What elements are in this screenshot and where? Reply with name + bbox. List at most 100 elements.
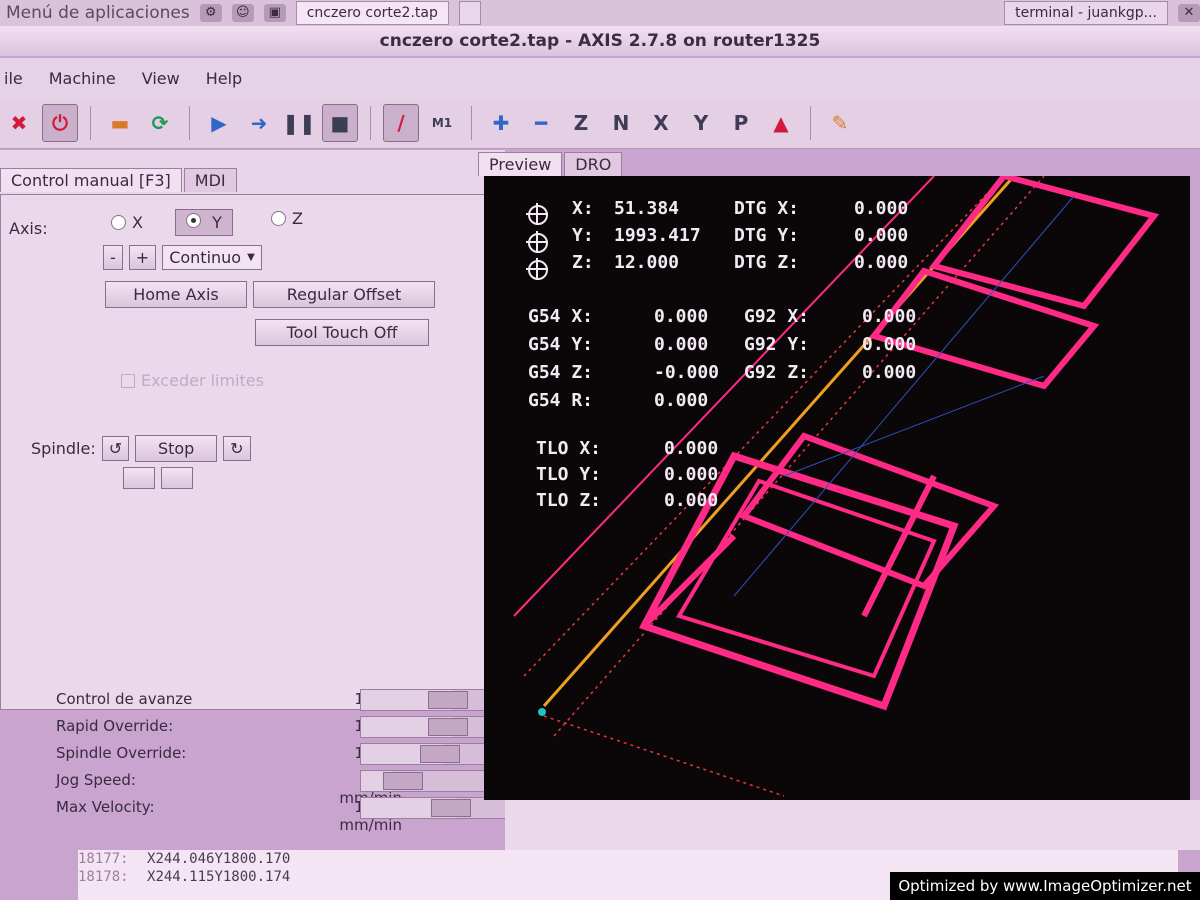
- toolpath-preview[interactable]: X: 51.384 DTG X: 0.000 Y: 1993.417 DTG Y: 0.000…: [484, 176, 1190, 800]
- reload-icon[interactable]: ⟳: [143, 105, 177, 141]
- applications-menu[interactable]: Menú de aplicaciones: [0, 3, 190, 23]
- jog-minus-button[interactable]: -: [103, 245, 123, 270]
- block-delete-icon[interactable]: /: [383, 104, 419, 142]
- view-z-icon[interactable]: Z: [564, 105, 598, 141]
- slider-thumb[interactable]: [383, 772, 423, 790]
- dro-tlo-value: 0.000: [664, 464, 719, 485]
- dro-dtg-label: DTG Z:: [734, 252, 800, 273]
- override-label: Max Velocity:: [56, 798, 155, 816]
- taskbar-task-terminal[interactable]: terminal - juankgp...: [1004, 1, 1168, 25]
- view-y-icon[interactable]: Y: [684, 105, 718, 141]
- override-limits-checkbox[interactable]: Exceder limites: [121, 371, 264, 390]
- menu-file[interactable]: ile: [0, 67, 27, 90]
- clear-plot-icon[interactable]: ✎: [823, 105, 857, 141]
- menu-view[interactable]: View: [138, 67, 184, 90]
- system-taskbar: Menú de aplicaciones ⚙ ☺ ▣ cnczero corte…: [0, 0, 1200, 27]
- dro-g54-value: 0.000: [654, 306, 709, 327]
- checkbox-icon: [121, 373, 135, 388]
- spindle-increase-button[interactable]: [161, 467, 193, 489]
- axis-radio-x[interactable]: X: [111, 213, 143, 232]
- screenshot-icon[interactable]: ▣: [263, 4, 286, 22]
- tab-mdi[interactable]: MDI: [183, 168, 237, 192]
- dro-axis-value: 1993.417: [614, 225, 701, 246]
- home-axis-button[interactable]: Home Axis: [105, 281, 247, 308]
- override-sliders: Control de avanze100 %Rapid Override:100…: [52, 686, 512, 834]
- tab-dro[interactable]: DRO: [564, 152, 623, 176]
- gcode-line: 18177: X244.046Y1800.170: [78, 850, 1178, 868]
- manual-control-panel: Control manual [F3] MDI Axis: X Y Z - + …: [0, 150, 505, 710]
- toolbar: ✖ ⏻ ▬ ⟳ ▶ ➜ ❚❚ ■ / M1 ✚ ━ Z N X Y P ▲ ✎: [0, 98, 1200, 149]
- users-icon[interactable]: ☺: [231, 4, 254, 22]
- lower-area: [505, 800, 1200, 850]
- axis-radio-label: Z: [292, 209, 303, 228]
- spindle-label: Spindle:: [31, 439, 96, 458]
- dro-axis-value: 51.384: [614, 198, 680, 219]
- axis-label: Axis:: [9, 219, 48, 238]
- optional-stop-icon[interactable]: M1: [425, 105, 459, 141]
- chevron-down-icon: ▼: [247, 252, 255, 263]
- dro-dtg-label: DTG X:: [734, 198, 800, 219]
- slider-thumb[interactable]: [431, 799, 471, 817]
- spindle-ccw-icon[interactable]: ↺: [101, 436, 130, 461]
- radio-icon: [186, 213, 201, 228]
- toggle-tool-icon[interactable]: ▲: [764, 105, 798, 141]
- dro-axis-label: X:: [572, 198, 594, 219]
- view-z2-icon[interactable]: N: [604, 105, 638, 141]
- dro-dtg-value: 0.000: [854, 252, 909, 273]
- toolbar-separator: [471, 106, 472, 140]
- taskbar-task-axis[interactable]: cnczero corte2.tap: [295, 1, 449, 25]
- toolbar-separator: [370, 106, 371, 140]
- spindle-stop-button[interactable]: Stop: [135, 435, 218, 462]
- view-p-icon[interactable]: P: [724, 105, 758, 141]
- axis-radio-y[interactable]: Y: [175, 209, 233, 236]
- rapid-line: [523, 176, 1005, 677]
- override-label: Rapid Override:: [56, 717, 174, 735]
- toolbar-separator: [90, 106, 91, 140]
- dro-axis-label: Z:: [572, 252, 594, 273]
- radio-icon: [111, 215, 126, 230]
- toolbar-separator: [810, 106, 811, 140]
- view-x-icon[interactable]: X: [644, 105, 678, 141]
- menu-machine[interactable]: Machine: [45, 67, 120, 90]
- zoom-out-icon[interactable]: ━: [524, 105, 558, 141]
- close-icon[interactable]: ✕: [1178, 4, 1200, 22]
- estop-icon[interactable]: ✖: [2, 105, 36, 141]
- stop-icon[interactable]: ■: [322, 104, 358, 142]
- override-limits-label: Exceder limites: [141, 371, 264, 390]
- jog-increment-select[interactable]: Continuo ▼: [162, 245, 262, 270]
- axis-radio-z[interactable]: Z: [271, 209, 303, 228]
- open-file-icon[interactable]: ▬: [103, 105, 137, 141]
- dro-g54-value: -0.000: [654, 362, 720, 383]
- jog-plus-button[interactable]: +: [128, 245, 157, 270]
- dro-g92-value: 0.000: [862, 306, 917, 327]
- dro-g92-value: 0.000: [862, 334, 917, 355]
- spindle-decrease-button[interactable]: [123, 467, 155, 489]
- dro-g92-label: G92 X:: [744, 306, 810, 327]
- regular-offset-button[interactable]: Regular Offset: [253, 281, 435, 308]
- run-icon[interactable]: ▶: [202, 105, 236, 141]
- settings-icon[interactable]: ⚙: [199, 4, 222, 22]
- step-icon[interactable]: ➜: [242, 105, 276, 141]
- pause-icon[interactable]: ❚❚: [282, 105, 316, 141]
- override-row: Max Velocity:12000 mm/min: [52, 794, 512, 834]
- override-row: Spindle Override:100 %: [52, 740, 512, 767]
- slider-thumb[interactable]: [420, 745, 460, 763]
- dro-tlo-label: TLO X:: [536, 438, 602, 459]
- menu-help[interactable]: Help: [202, 67, 246, 90]
- dro-axis-label: Y:: [572, 225, 594, 246]
- slider-thumb[interactable]: [428, 718, 468, 736]
- override-label: Spindle Override:: [56, 744, 187, 762]
- spindle-cw-icon[interactable]: ↻: [223, 436, 251, 461]
- toolbar-separator: [189, 106, 190, 140]
- origin-marker: [538, 708, 546, 716]
- tab-preview[interactable]: Preview: [478, 152, 563, 176]
- machine-power-icon[interactable]: ⏻: [42, 104, 78, 142]
- zoom-in-icon[interactable]: ✚: [484, 105, 518, 141]
- taskbar-task-other[interactable]: [458, 1, 481, 25]
- tool-touch-off-button[interactable]: Tool Touch Off: [255, 319, 429, 346]
- window-title: cnczero corte2.tap - AXIS 2.7.8 on route…: [0, 26, 1200, 56]
- slider-thumb[interactable]: [428, 691, 468, 709]
- tab-manual-control[interactable]: Control manual [F3]: [0, 168, 182, 192]
- override-slider[interactable]: [360, 797, 510, 819]
- toolpath-part: [739, 432, 1000, 590]
